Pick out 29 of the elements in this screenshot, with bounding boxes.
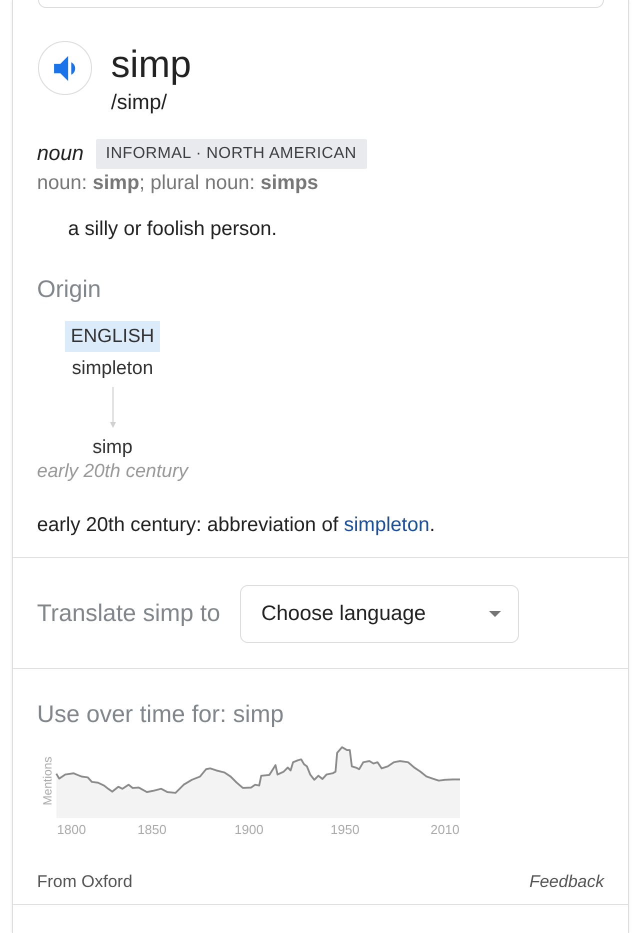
axis-tick-label: 1800 bbox=[57, 822, 86, 837]
audio-button[interactable] bbox=[38, 41, 92, 95]
feedback-link[interactable]: Feedback bbox=[529, 872, 604, 892]
word-forms-text: noun: simp; plural noun: simps bbox=[37, 171, 320, 195]
speaker-icon bbox=[54, 56, 76, 80]
axis-tick-label: 1850 bbox=[138, 822, 166, 837]
section-heading: Use over time for: simp bbox=[37, 700, 285, 730]
origin-word: simp bbox=[92, 436, 133, 459]
origin-word: simpleton bbox=[72, 357, 154, 380]
usage-label: INFORMAL · NORTH AMERICAN bbox=[96, 139, 367, 169]
origin-date: early 20th century bbox=[37, 460, 188, 483]
caret-icon bbox=[489, 611, 502, 617]
origin-arrow bbox=[108, 387, 117, 428]
input-field[interactable] bbox=[38, 0, 604, 8]
word-link[interactable]: simpleton bbox=[344, 514, 430, 536]
language-dropdown[interactable]: Choose language bbox=[240, 585, 520, 643]
definition-text: a silly or foolish person. bbox=[67, 217, 278, 241]
axis-title: Mentions bbox=[40, 756, 54, 806]
axis-tick-label: 1950 bbox=[330, 822, 360, 837]
headword: simp bbox=[111, 43, 192, 87]
axis-tick-label: 1900 bbox=[234, 822, 264, 837]
source-text: From Oxford bbox=[37, 872, 132, 892]
language-tag: ENGLISH bbox=[64, 321, 160, 352]
axis-tick-label: 2010 bbox=[430, 822, 460, 837]
pronunciation-text: /simp/ bbox=[111, 90, 168, 116]
part-of-speech: noun bbox=[37, 141, 84, 167]
etymology-text: early 20th century: abbreviation of simpleton. bbox=[37, 513, 436, 538]
translate-label: Translate simp to bbox=[37, 599, 220, 629]
section-heading: Origin bbox=[37, 275, 102, 305]
